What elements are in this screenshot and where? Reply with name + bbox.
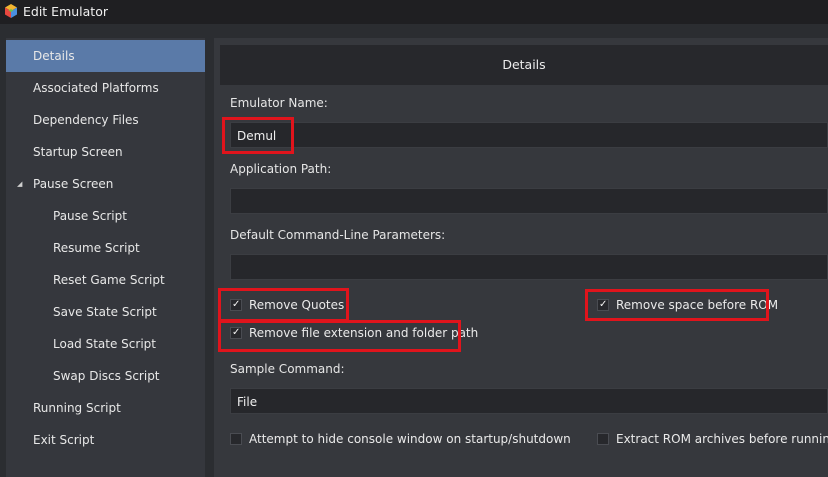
app-logo-icon (5, 4, 17, 18)
extract-rom-checkbox[interactable]: Extract ROM archives before running (597, 431, 828, 449)
command-line-input[interactable] (230, 254, 828, 280)
sidebar-item-label: Load State Script (53, 337, 156, 351)
remove-quotes-checkbox[interactable]: ✓ Remove Quotes (230, 297, 380, 315)
remove-quotes-label: Remove Quotes (249, 298, 345, 312)
sidebar-item-label: Reset Game Script (53, 273, 165, 287)
checkmark-icon: ✓ (232, 327, 241, 338)
checkbox-box[interactable] (230, 433, 242, 445)
hide-console-checkbox[interactable]: Attempt to hide console window on startu… (230, 431, 571, 449)
emulator-name-value: Demul (237, 129, 277, 143)
sidebar-item-resume-script[interactable]: Resume Script (6, 232, 205, 264)
sidebar-item-running-script[interactable]: Running Script (6, 392, 205, 424)
sidebar-item-pause-script[interactable]: Pause Script (6, 200, 205, 232)
sidebar-item-save-state-script[interactable]: Save State Script (6, 296, 205, 328)
sidebar-item-label: Startup Screen (33, 145, 123, 159)
expand-collapse-icon[interactable]: ◢ (17, 168, 22, 200)
command-line-label: Default Command-Line Parameters: (230, 228, 446, 242)
details-panel: Details Emulator Name: Demul Application… (214, 38, 828, 477)
application-path-input[interactable] (230, 188, 828, 214)
sidebar-item-label: Pause Screen (33, 177, 114, 191)
checkbox-box[interactable] (597, 433, 609, 445)
sample-command-value: File (237, 395, 258, 409)
checkbox-box[interactable]: ✓ (230, 327, 242, 339)
sidebar-item-associated-platforms[interactable]: Associated Platforms (6, 72, 205, 104)
checkbox-box[interactable]: ✓ (597, 299, 609, 311)
sample-command-field: File (230, 388, 828, 414)
sidebar-item-label: Dependency Files (33, 113, 139, 127)
sidebar-item-label: Associated Platforms (33, 81, 159, 95)
sidebar-item-label: Resume Script (53, 241, 140, 255)
sidebar-item-dependency-files[interactable]: Dependency Files (6, 104, 205, 136)
sidebar-item-details[interactable]: Details (6, 40, 205, 72)
panel-header: Details (220, 45, 828, 85)
sidebar: Details Associated Platforms Dependency … (6, 38, 205, 477)
emulator-name-input[interactable]: Demul (230, 122, 828, 148)
sidebar-item-startup-screen[interactable]: Startup Screen (6, 136, 205, 168)
sidebar-item-label: Exit Script (33, 433, 95, 447)
sidebar-item-label: Save State Script (53, 305, 157, 319)
title-bar: Edit Emulator (0, 0, 828, 24)
remove-space-before-rom-checkbox[interactable]: ✓ Remove space before ROM (597, 297, 797, 315)
checkmark-icon: ✓ (232, 299, 241, 310)
application-path-label: Application Path: (230, 162, 332, 176)
sidebar-item-exit-script[interactable]: Exit Script (6, 424, 205, 456)
sidebar-item-label: Running Script (33, 401, 121, 415)
checkmark-icon: ✓ (599, 299, 608, 310)
sidebar-item-pause-screen[interactable]: ◢ Pause Screen (6, 168, 205, 200)
sidebar-item-label: Pause Script (53, 209, 127, 223)
sidebar-item-load-state-script[interactable]: Load State Script (6, 328, 205, 360)
extract-rom-label: Extract ROM archives before running (616, 432, 828, 446)
hide-console-label: Attempt to hide console window on startu… (249, 432, 571, 446)
sidebar-item-label: Details (33, 49, 75, 63)
sidebar-item-reset-game-script[interactable]: Reset Game Script (6, 264, 205, 296)
remove-space-before-rom-label: Remove space before ROM (616, 298, 779, 312)
emulator-name-label: Emulator Name: (230, 96, 328, 110)
sidebar-item-label: Swap Discs Script (53, 369, 160, 383)
panel-title: Details (502, 57, 546, 72)
remove-file-extension-checkbox[interactable]: ✓ Remove file extension and folder path (230, 325, 490, 343)
remove-file-extension-label: Remove file extension and folder path (249, 326, 479, 340)
checkbox-box[interactable]: ✓ (230, 299, 242, 311)
window-title: Edit Emulator (23, 4, 108, 19)
sample-command-label: Sample Command: (230, 362, 345, 376)
sidebar-item-swap-discs-script[interactable]: Swap Discs Script (6, 360, 205, 392)
